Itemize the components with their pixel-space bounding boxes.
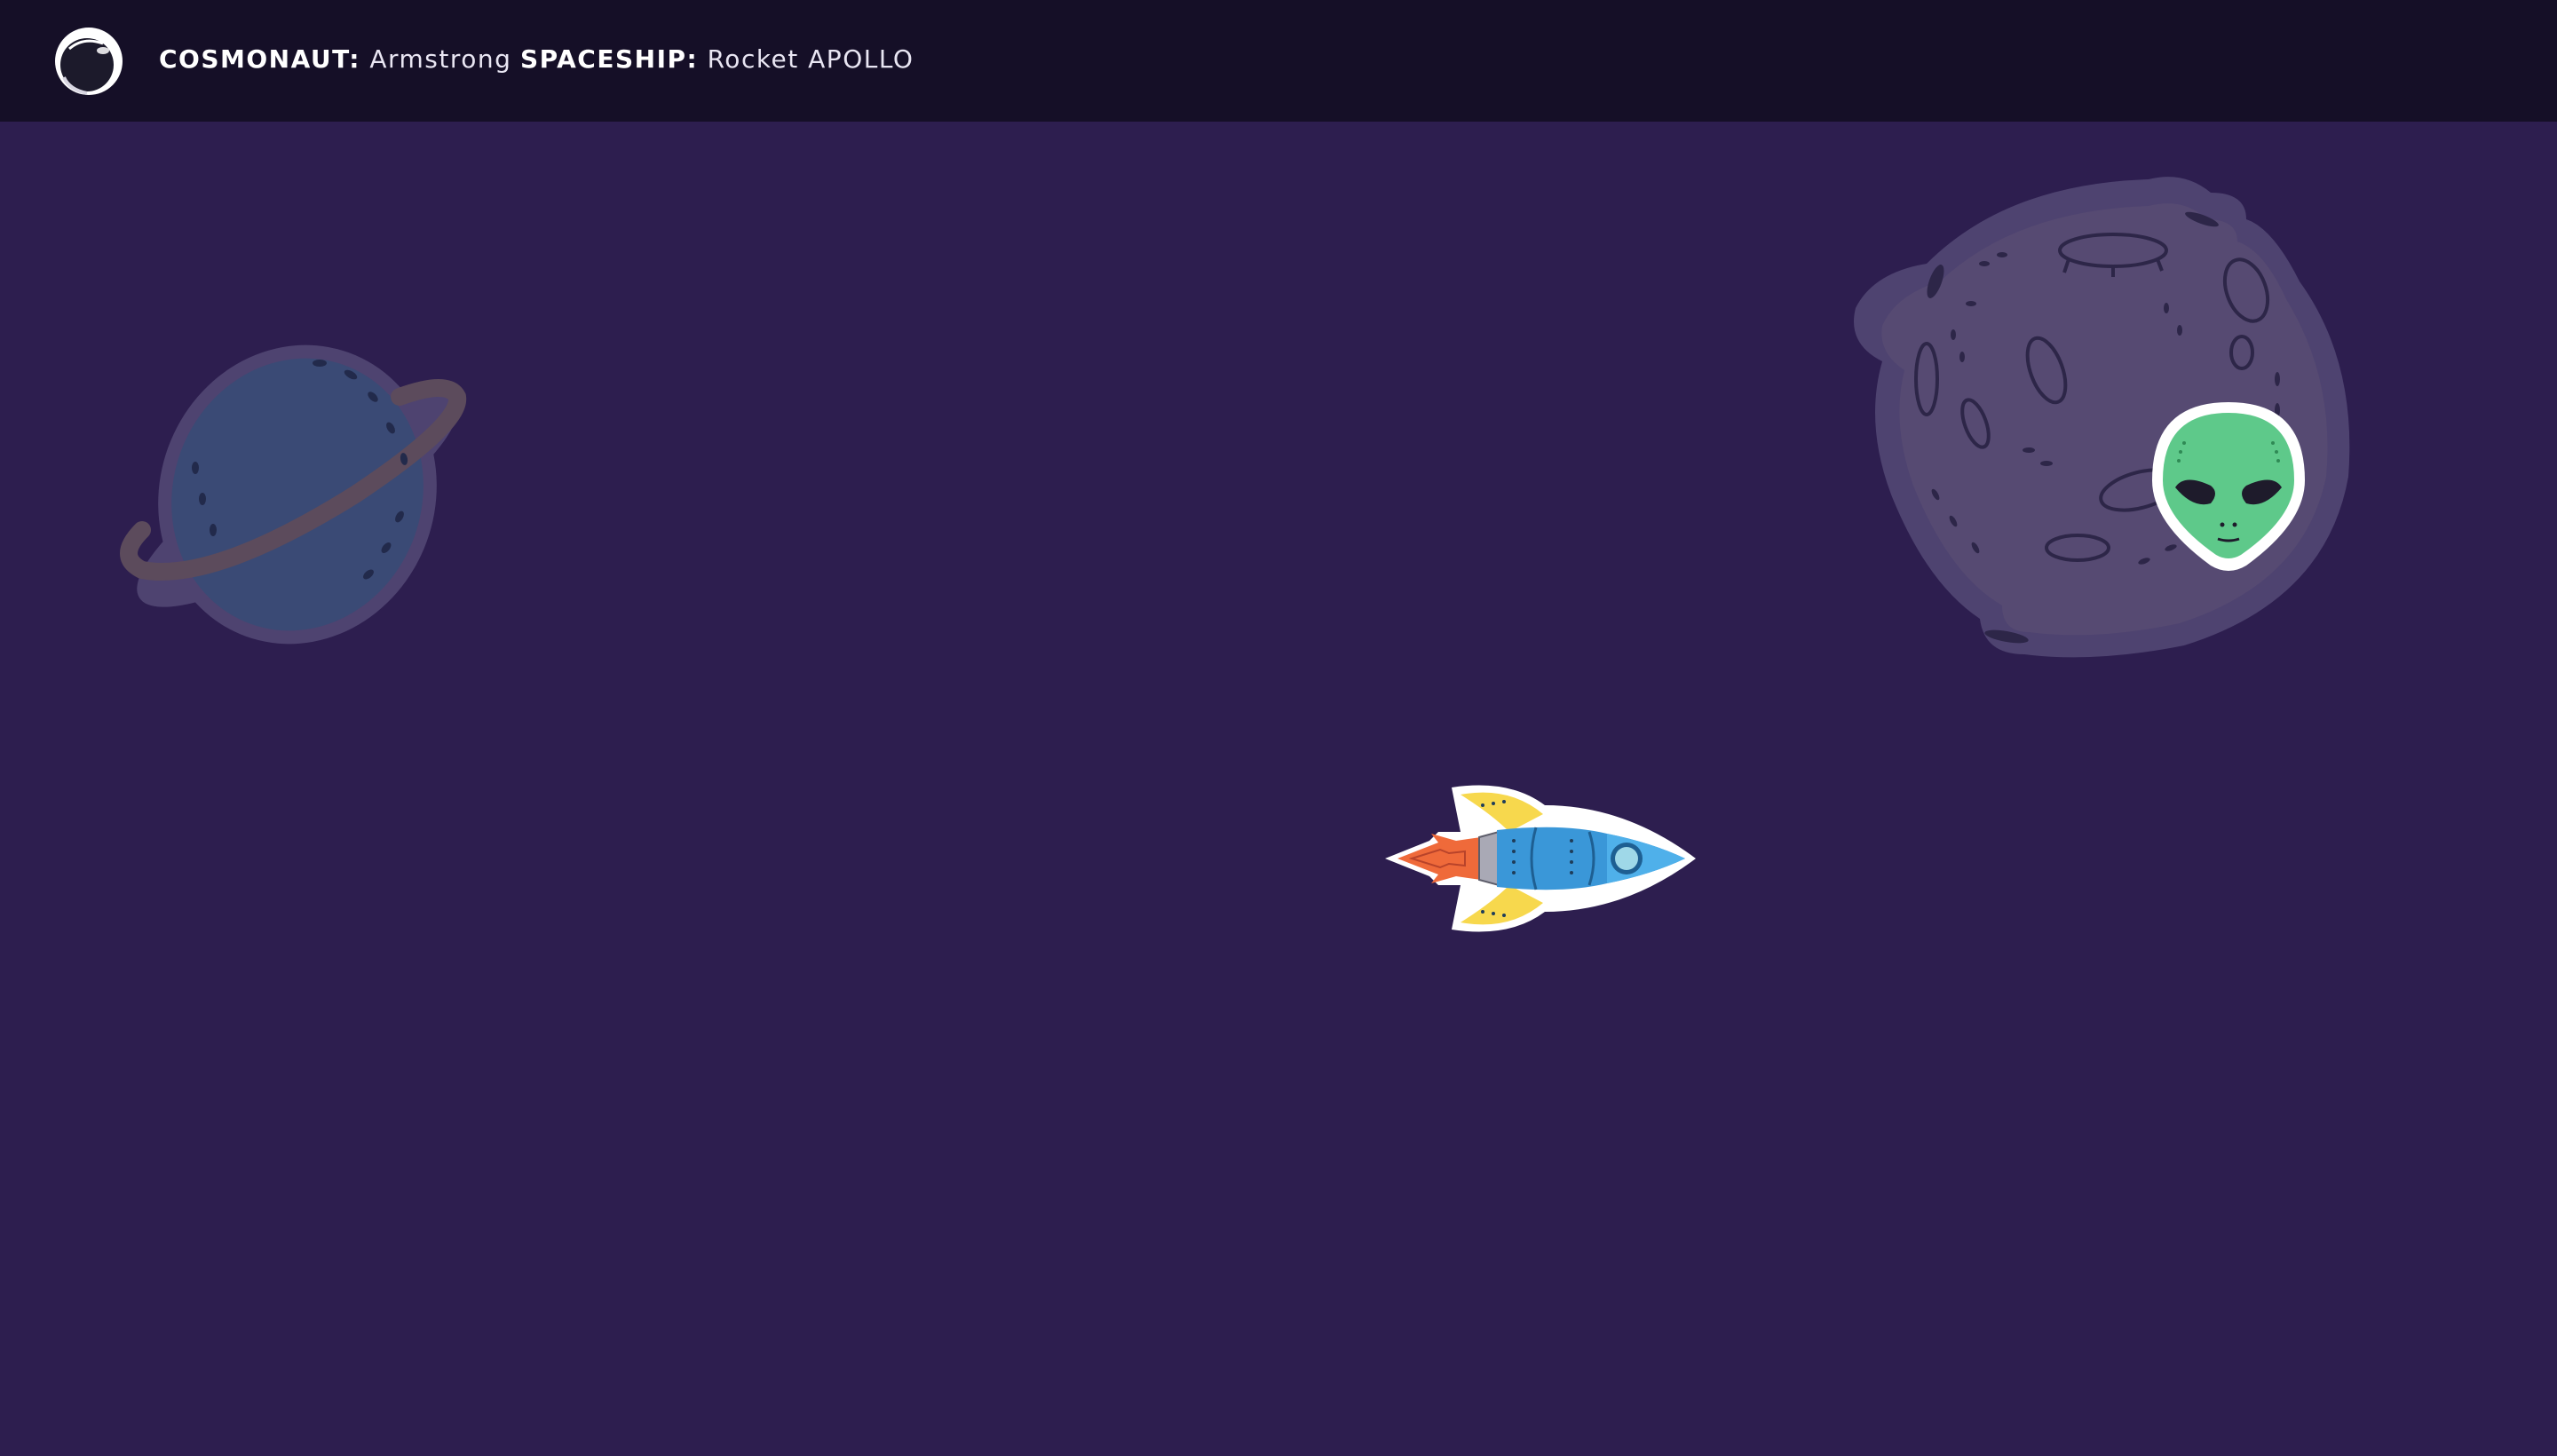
cosmonaut-label: COSMONAUT: [159,44,360,74]
cosmonaut-info: COSMONAUT: Armstrong [159,44,511,74]
game-canvas[interactable] [0,122,2557,1456]
spaceship-name: Rocket APOLLO [707,44,914,74]
cosmonaut-name: Armstrong [369,44,512,74]
spaceship-info: SPACESHIP: Rocket APOLLO [520,44,914,74]
rocket-ship-icon[interactable] [1385,779,1705,938]
astronaut-helmet-icon [55,28,123,95]
ringed-planet-icon[interactable] [107,326,497,663]
spaceship-label: SPACESHIP: [520,44,699,74]
alien-head-icon[interactable] [2149,399,2308,576]
game-header: COSMONAUT: Armstrong SPACESHIP: Rocket A… [0,0,2557,122]
